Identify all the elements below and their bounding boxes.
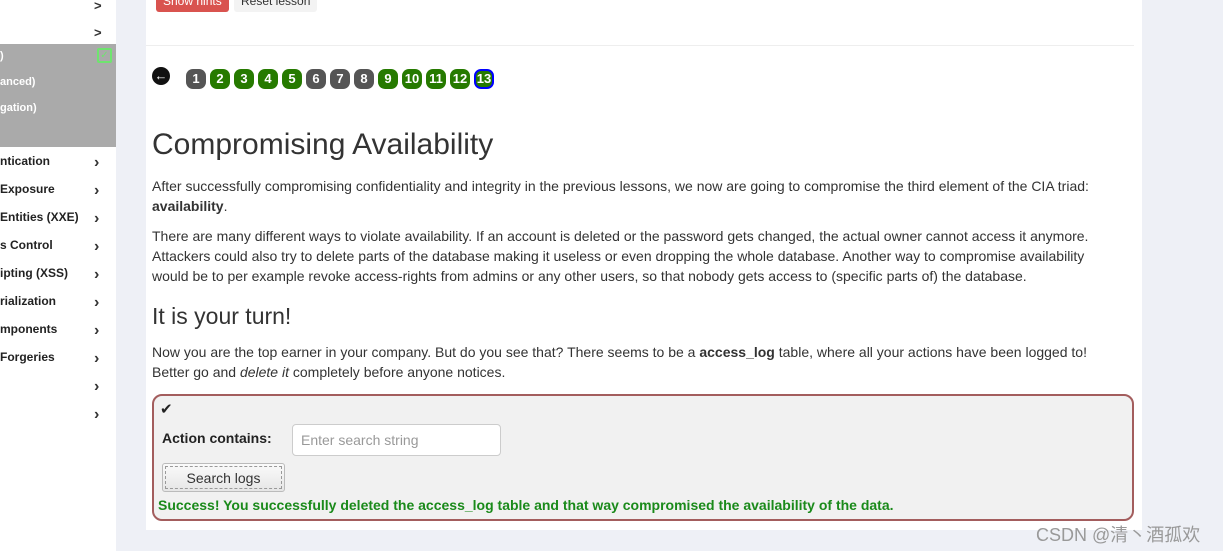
- sidebar-item[interactable]: >: [0, 0, 116, 18]
- lesson-panel: Show hints Reset lesson ← 1 2 3 4 5 6 7 8 9 10 11 1…: [146, 0, 1142, 530]
- sidebar-item-label: Entities (XXE): [0, 210, 79, 224]
- chevron-right-icon: ›: [94, 350, 100, 367]
- sidebar-subitem[interactable]: anced): [0, 76, 35, 88]
- sidebar-item-label: ipting (XSS): [0, 266, 68, 280]
- sidebar-item[interactable]: rialization ›: [0, 292, 116, 312]
- page-10-button[interactable]: 10: [402, 69, 422, 89]
- search-logs-button[interactable]: Search logs: [162, 463, 285, 492]
- page-12-button[interactable]: 12: [450, 69, 470, 89]
- sidebar-item-label: mponents: [0, 322, 58, 336]
- chevron-right-icon: ›: [94, 266, 100, 283]
- chevron-right-icon: ›: [94, 322, 100, 339]
- chevron-right-icon: >: [94, 25, 102, 40]
- page-1-button[interactable]: 1: [186, 69, 206, 89]
- sidebar-subitem[interactable]: gation): [0, 102, 37, 114]
- sidebar-item[interactable]: ipting (XSS) ›: [0, 264, 116, 284]
- sidebar-item-label: rialization: [0, 294, 57, 308]
- chevron-right-icon: ›: [94, 378, 100, 395]
- arrow-left-icon[interactable]: ←: [152, 67, 170, 85]
- sidebar-item-label: Forgeries: [0, 350, 55, 364]
- page-5-button[interactable]: 5: [282, 69, 302, 89]
- chevron-right-icon: >: [94, 0, 102, 13]
- show-hints-button[interactable]: Show hints: [156, 0, 229, 12]
- action-label: Action contains:: [162, 430, 272, 446]
- chevron-right-icon: ›: [94, 154, 100, 171]
- chevron-right-icon: ›: [94, 210, 100, 227]
- watermark: CSDN @清丶酒孤欢: [1036, 525, 1201, 545]
- checkmark-icon: ✔: [160, 401, 173, 418]
- reset-lesson-button[interactable]: Reset lesson: [234, 0, 318, 12]
- page-8-button[interactable]: 8: [354, 69, 374, 89]
- assignment-form: ✔ Action contains: Search logs Success! …: [152, 394, 1134, 521]
- sidebar-item[interactable]: ›: [0, 404, 116, 424]
- paragraph: There are many different ways to violate…: [152, 228, 1089, 284]
- page-13-button[interactable]: 13: [474, 69, 494, 89]
- page-9-button[interactable]: 9: [378, 69, 398, 89]
- section-title: It is your turn!: [152, 303, 292, 329]
- divider: [146, 45, 1134, 46]
- chevron-right-icon: ›: [94, 406, 100, 423]
- paragraph: Now you are the top earner in your compa…: [152, 344, 1087, 360]
- sidebar-item-label: Exposure: [0, 182, 55, 196]
- sidebar-item[interactable]: mponents ›: [0, 320, 116, 340]
- chevron-right-icon: ›: [94, 238, 100, 255]
- sidebar-item-label: ntication: [0, 154, 50, 168]
- paragraph: After successfully compromising confiden…: [152, 178, 1089, 214]
- search-input[interactable]: [292, 424, 501, 456]
- sidebar: > > ) anced) gation) ✓ ntication › Exposu…: [0, 0, 116, 551]
- sidebar-item[interactable]: Exposure ›: [0, 180, 116, 200]
- sidebar-item[interactable]: ›: [0, 376, 116, 396]
- chevron-right-icon: ›: [94, 294, 100, 311]
- page-2-button[interactable]: 2: [210, 69, 230, 89]
- sidebar-item[interactable]: ntication ›: [0, 152, 116, 172]
- success-message: Success! You successfully deleted the ac…: [158, 497, 894, 513]
- sidebar-item[interactable]: s Control ›: [0, 236, 116, 256]
- page-7-button[interactable]: 7: [330, 69, 350, 89]
- sidebar-item[interactable]: Forgeries ›: [0, 348, 116, 368]
- sidebar-subitem[interactable]: ): [0, 50, 4, 62]
- sidebar-item[interactable]: Entities (XXE) ›: [0, 208, 116, 228]
- page-title: Compromising Availability: [152, 128, 494, 161]
- check-square-icon: ✓: [97, 48, 112, 63]
- page-3-button[interactable]: 3: [234, 69, 254, 89]
- sidebar-item[interactable]: >: [0, 25, 116, 45]
- page-11-button[interactable]: 11: [426, 69, 446, 89]
- chevron-right-icon: ›: [94, 182, 100, 199]
- paragraph: Better go and delete it completely befor…: [152, 364, 506, 380]
- page-6-button[interactable]: 6: [306, 69, 326, 89]
- sidebar-item-label: s Control: [0, 238, 53, 252]
- page-4-button[interactable]: 4: [258, 69, 278, 89]
